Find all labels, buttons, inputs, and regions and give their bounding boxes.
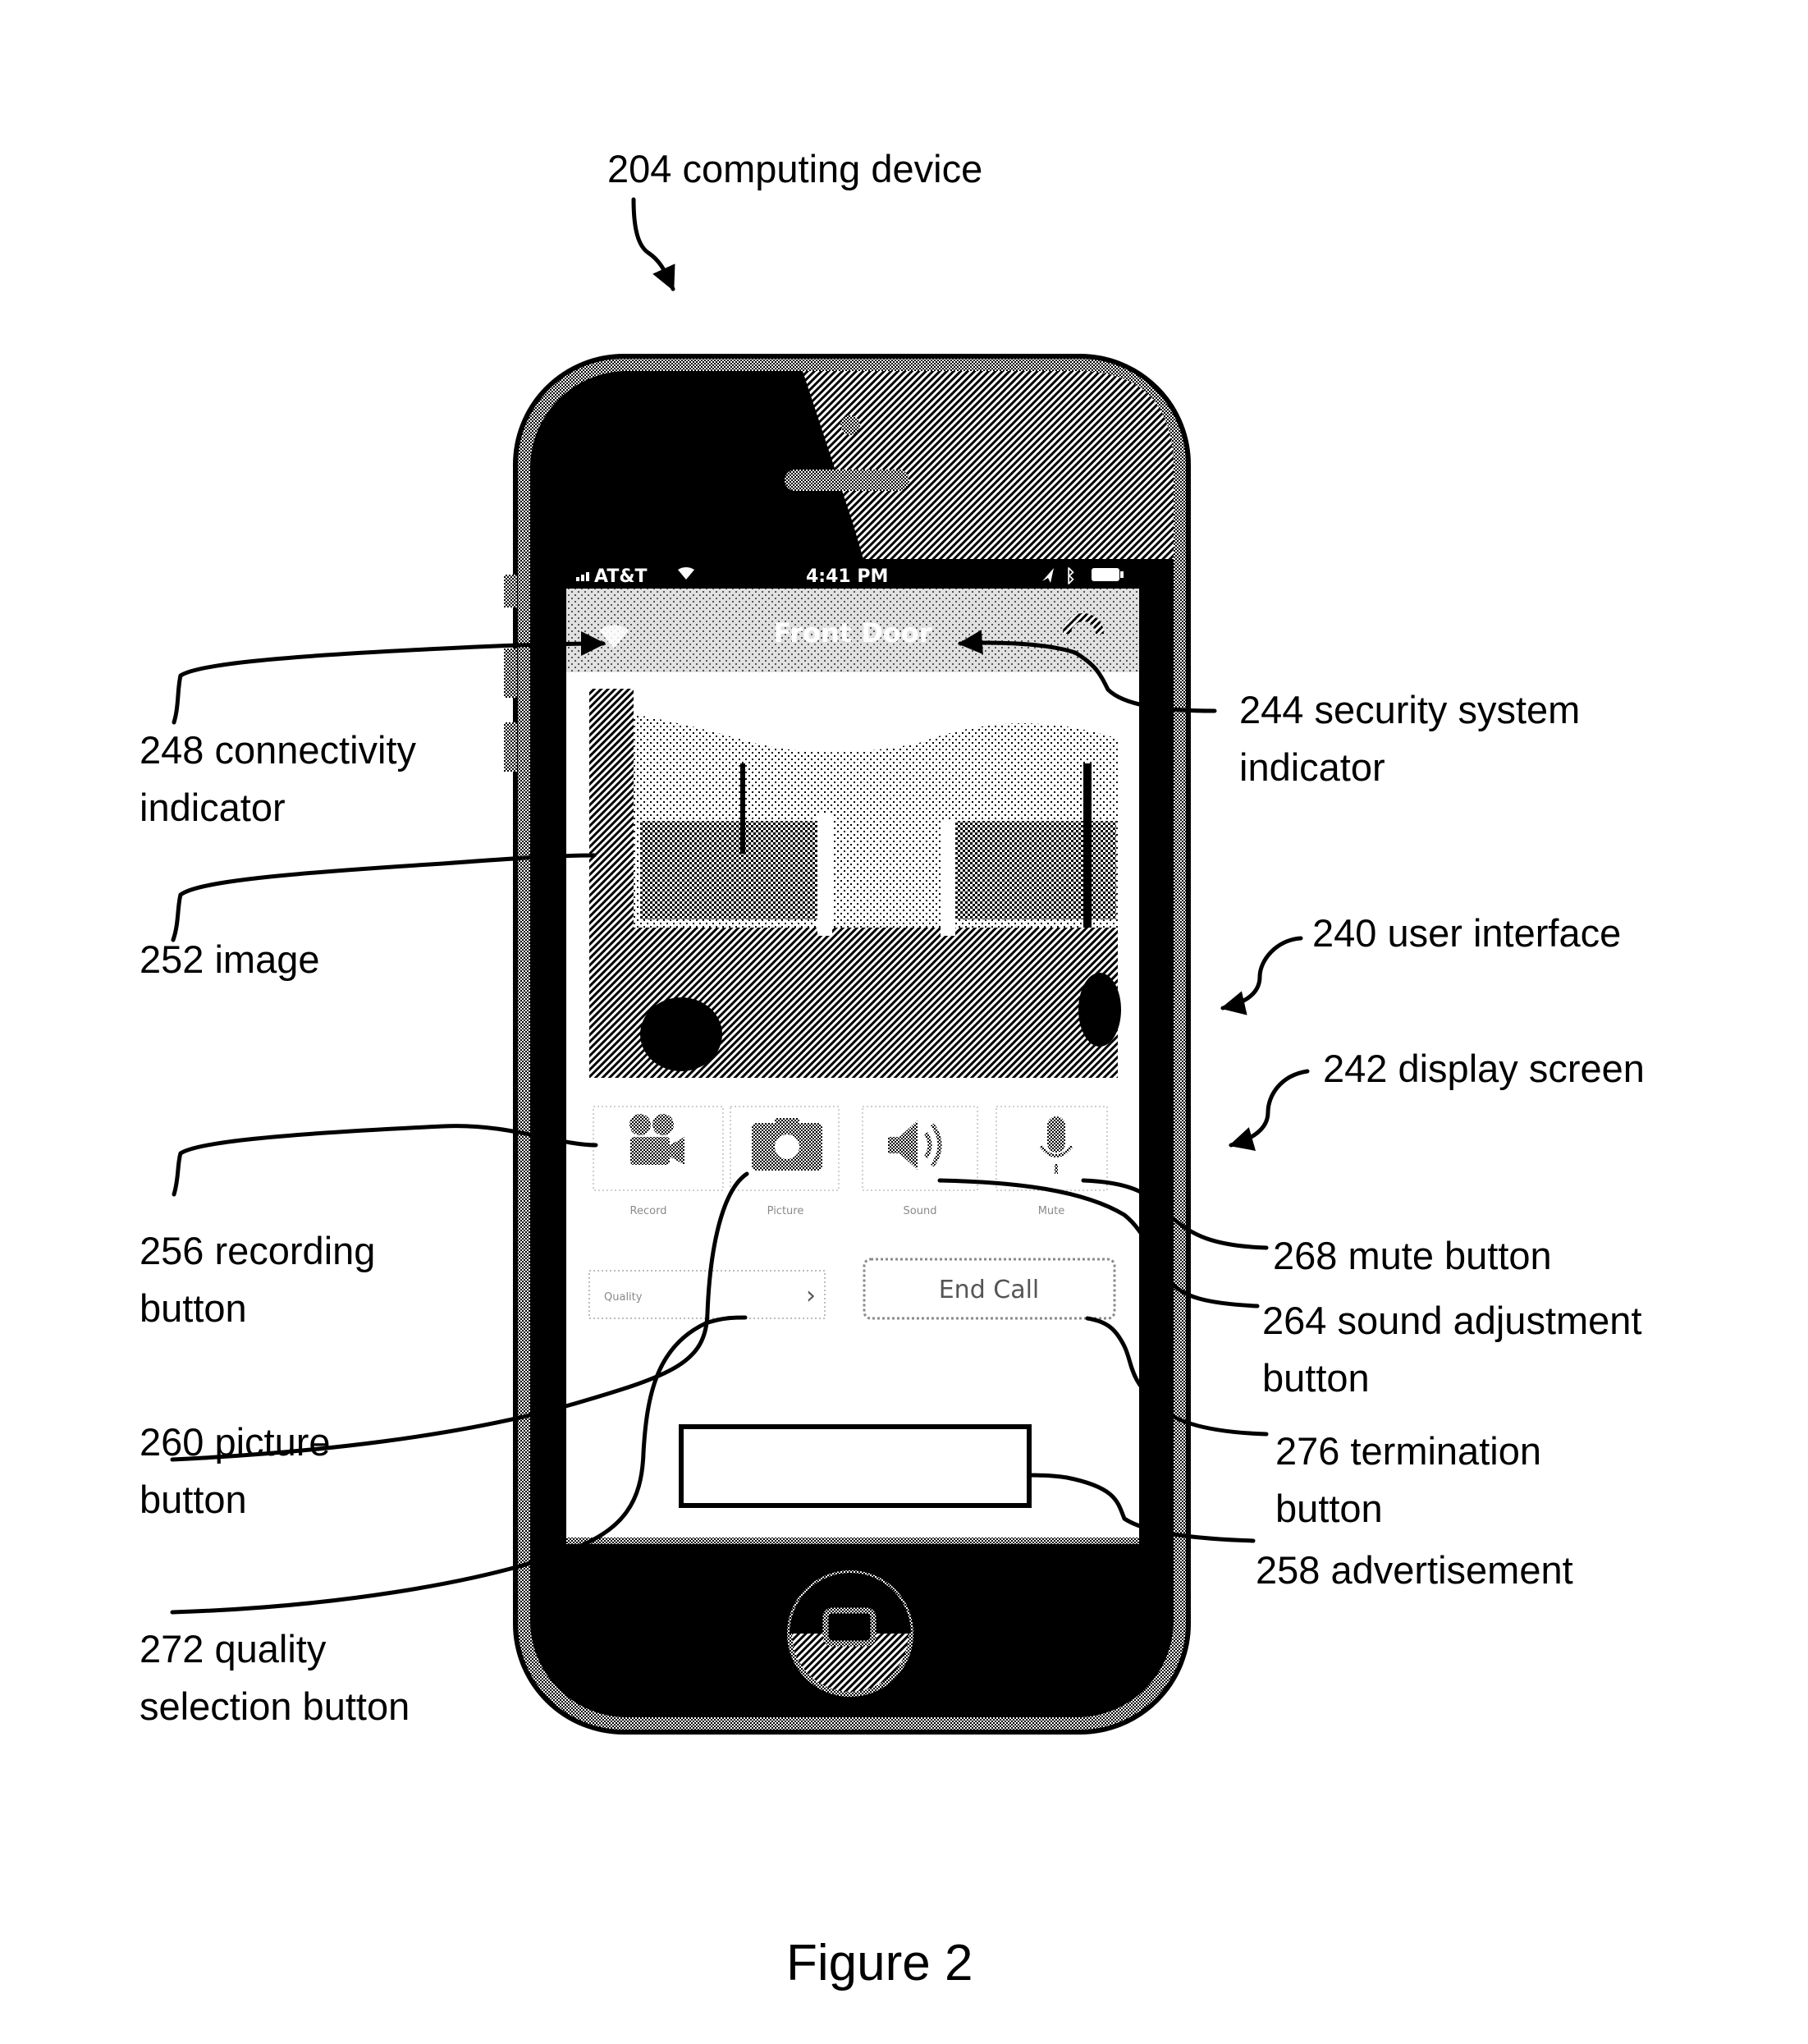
label-204: 204 computing device bbox=[607, 147, 982, 190]
earpiece-speaker bbox=[785, 470, 909, 491]
nav-title: Front Door bbox=[773, 617, 931, 648]
volume-down-button bbox=[504, 722, 517, 772]
picture-button-label: Picture bbox=[767, 1205, 804, 1217]
volume-switch bbox=[504, 575, 517, 607]
label-264-line1: 264 sound adjustment bbox=[1262, 1299, 1642, 1342]
end-call-label: End Call bbox=[939, 1276, 1040, 1304]
label-256-line1: 256 recording bbox=[140, 1229, 375, 1272]
label-248-line1: 248 connectivity bbox=[140, 728, 417, 772]
quality-label: Quality bbox=[604, 1291, 643, 1304]
termination-button[interactable]: End Call bbox=[863, 1258, 1116, 1320]
volume-up-button bbox=[504, 648, 517, 698]
nav-bar: Front Door bbox=[566, 589, 1139, 672]
label-248-line2: indicator bbox=[140, 786, 286, 829]
label-260-line1: 260 picture bbox=[140, 1420, 331, 1464]
status-time: 4:41 PM bbox=[806, 566, 888, 587]
label-276-line1: 276 termination bbox=[1275, 1429, 1541, 1473]
label-260-line2: button bbox=[140, 1478, 247, 1521]
image-tree-trunk bbox=[1083, 763, 1092, 928]
leader-242 bbox=[1229, 1069, 1310, 1151]
label-244-line2: indicator bbox=[1239, 745, 1385, 789]
image-shrub-left bbox=[640, 997, 722, 1071]
figure-caption: Figure 2 bbox=[786, 1935, 973, 1991]
chevron-right-icon: › bbox=[806, 1281, 816, 1310]
camera-image bbox=[589, 689, 1121, 1078]
front-camera-icon bbox=[840, 415, 860, 435]
home-button-square-icon bbox=[822, 1607, 877, 1647]
patent-figure: AT&T 4:41 PM ᛒ Front Door Record Picture… bbox=[140, 147, 1645, 1991]
label-244-line1: 244 security system bbox=[1239, 688, 1580, 731]
mute-button-label: Mute bbox=[1038, 1205, 1065, 1217]
image-gate-pillar-right bbox=[941, 821, 955, 936]
label-256-line2: button bbox=[140, 1286, 247, 1330]
label-268: 268 mute button bbox=[1273, 1234, 1552, 1277]
status-carrier: AT&T bbox=[594, 566, 648, 587]
leader-240 bbox=[1220, 936, 1303, 1015]
label-258: 258 advertisement bbox=[1256, 1548, 1573, 1592]
label-276-line2: button bbox=[1275, 1487, 1383, 1530]
recording-button-label: Record bbox=[630, 1205, 667, 1217]
label-272-line1: 272 quality bbox=[140, 1627, 327, 1670]
label-272-line2: selection button bbox=[140, 1684, 410, 1728]
image-shrub-right bbox=[1078, 973, 1121, 1047]
advertisement[interactable] bbox=[679, 1424, 1032, 1508]
phone-glare bbox=[803, 371, 1174, 559]
label-264-line2: button bbox=[1262, 1356, 1370, 1400]
label-240: 240 user interface bbox=[1312, 911, 1621, 955]
image-gate-pillar-left bbox=[817, 813, 832, 936]
camera-icon bbox=[752, 1118, 822, 1171]
image-lamp-post bbox=[740, 763, 745, 854]
battery-icon bbox=[1092, 568, 1119, 581]
label-252: 252 image bbox=[140, 937, 320, 981]
image-left-fence bbox=[640, 821, 829, 919]
bluetooth-icon: ᛒ bbox=[1065, 566, 1076, 587]
status-bar: AT&T 4:41 PM ᛒ bbox=[566, 559, 1139, 589]
screen-bottom-edge bbox=[566, 1538, 1139, 1544]
label-242: 242 display screen bbox=[1323, 1047, 1645, 1090]
sound-button-label: Sound bbox=[904, 1205, 937, 1217]
leader-204 bbox=[631, 197, 675, 291]
